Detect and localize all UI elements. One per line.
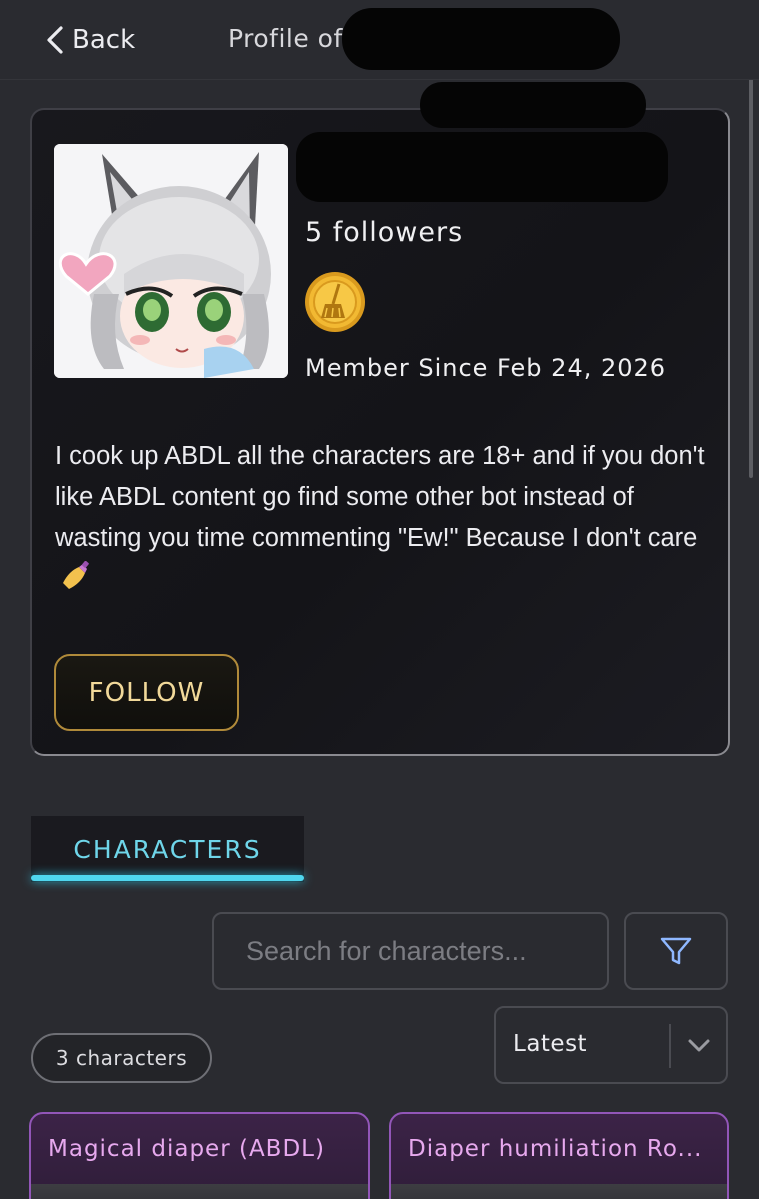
tab-characters[interactable]: CHARACTERS <box>31 816 304 882</box>
redaction-mark <box>296 132 668 202</box>
back-button[interactable]: Back <box>44 22 135 58</box>
gold-coin-broom-icon <box>305 272 365 332</box>
chevron-down-icon <box>688 1039 710 1052</box>
bio-text: I cook up ABDL all the characters are 18… <box>55 442 705 552</box>
character-title: Diaper humiliation Ro... <box>408 1136 703 1162</box>
filter-button[interactable] <box>624 912 728 990</box>
nail-polish-emoji <box>63 561 89 589</box>
chevron-left-icon <box>47 26 63 54</box>
active-tab-indicator <box>31 875 304 881</box>
back-label: Back <box>72 25 136 55</box>
character-card[interactable]: Diaper humiliation Ro... <box>389 1112 729 1199</box>
dropdown-divider <box>669 1024 671 1068</box>
character-thumbnail <box>391 1184 727 1199</box>
followers-count: 5 followers <box>305 217 464 248</box>
follow-button[interactable]: FOLLOW <box>54 654 239 731</box>
profile-bio: I cook up ABDL all the characters are 18… <box>55 436 715 600</box>
character-title: Magical diaper (ABDL) <box>48 1136 325 1162</box>
sort-value: Latest <box>513 1031 588 1057</box>
member-since: Member Since Feb 24, 2026 <box>305 354 667 382</box>
avatar <box>54 144 288 378</box>
character-card[interactable]: Magical diaper (ABDL) <box>29 1112 370 1199</box>
redaction-mark <box>420 82 646 128</box>
character-count-badge: 3 characters <box>31 1033 212 1083</box>
sort-dropdown[interactable]: Latest <box>494 1006 728 1084</box>
page-title: Profile of <box>228 24 343 53</box>
character-thumbnail <box>31 1184 368 1199</box>
redaction-mark <box>342 8 620 70</box>
funnel-icon <box>660 937 692 965</box>
search-input[interactable] <box>212 912 609 990</box>
